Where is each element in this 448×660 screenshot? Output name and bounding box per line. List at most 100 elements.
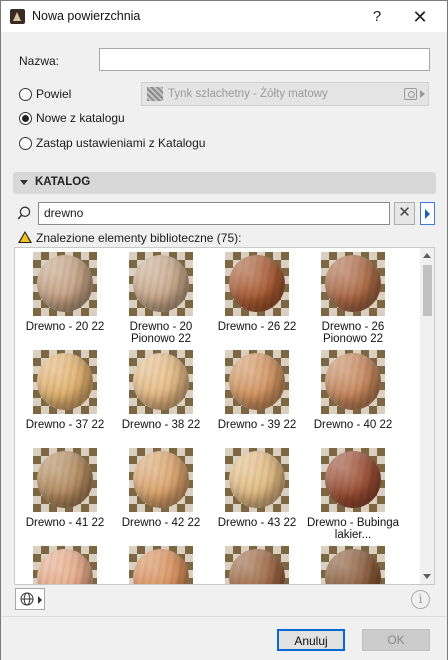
info-button[interactable]: i bbox=[411, 590, 430, 609]
material-item[interactable]: Drewno - 39 22 bbox=[209, 348, 305, 444]
material-thumbnail bbox=[225, 546, 289, 584]
chevron-right-icon bbox=[38, 596, 42, 604]
option-new-from-catalog-label: Nowe z katalogu bbox=[36, 111, 125, 125]
search-input[interactable]: drewno bbox=[38, 202, 390, 225]
material-item-label: Drewno - 38 22 bbox=[121, 419, 201, 431]
material-sphere bbox=[37, 549, 93, 584]
window-title: Nowa powierzchnia bbox=[32, 9, 141, 23]
clear-search-button[interactable]: ✕ bbox=[394, 202, 415, 225]
globe-menu-button[interactable] bbox=[15, 588, 45, 610]
material-sphere bbox=[37, 451, 93, 508]
option-replace-from-catalog-label: Zastąp ustawieniami z Katalogu bbox=[36, 136, 206, 150]
material-item[interactable]: Drewno - Bubinga lakier... bbox=[305, 446, 401, 542]
option-duplicate[interactable]: Powiel bbox=[19, 85, 71, 103]
material-thumbnail bbox=[321, 350, 385, 414]
name-input[interactable] bbox=[99, 48, 430, 71]
material-thumbnail bbox=[33, 546, 97, 584]
material-thumbnail bbox=[129, 546, 193, 584]
material-sphere bbox=[133, 353, 189, 410]
help-button[interactable]: ? bbox=[364, 6, 390, 28]
material-item[interactable]: Drewno - 41 22 bbox=[17, 446, 113, 542]
radio-duplicate[interactable] bbox=[19, 87, 32, 101]
material-select: Tynk szlachetny - Żółty matowy bbox=[141, 82, 429, 106]
material-item[interactable]: Drewno - 20 22 bbox=[17, 250, 113, 346]
material-sphere bbox=[229, 353, 285, 410]
material-item[interactable] bbox=[305, 544, 401, 584]
material-item-label: Drewno - 26 Pionowo 22 bbox=[321, 321, 385, 345]
scroll-up-icon[interactable] bbox=[423, 253, 431, 258]
material-item-label: Drewno - 20 Pionowo 22 bbox=[129, 321, 193, 345]
material-item[interactable]: Drewno - 38 22 bbox=[113, 348, 209, 444]
material-select-value: Tynk szlachetny - Żółty matowy bbox=[168, 88, 328, 100]
material-item-label: Drewno - 26 22 bbox=[217, 321, 297, 333]
material-item[interactable]: Drewno - 26 Pionowo 22 bbox=[305, 250, 401, 346]
material-sphere bbox=[37, 255, 93, 312]
name-label: Nazwa: bbox=[19, 54, 60, 68]
material-item-label: Drewno - 43 22 bbox=[217, 517, 297, 529]
radio-new-from-catalog[interactable] bbox=[19, 111, 32, 125]
scrollbar[interactable] bbox=[420, 248, 434, 584]
ok-button[interactable]: OK bbox=[362, 629, 430, 651]
material-item[interactable] bbox=[209, 544, 305, 584]
results-list: Drewno - 20 22 Drewno - 20 Pionowo 22 Drew… bbox=[14, 247, 435, 585]
app-icon bbox=[10, 9, 25, 24]
material-item[interactable]: Drewno - 20 Pionowo 22 bbox=[113, 250, 209, 346]
material-thumbnail bbox=[33, 350, 97, 414]
material-thumbnail bbox=[321, 546, 385, 584]
camera-icon bbox=[404, 88, 417, 100]
found-items-text: Znalezione elementy biblioteczne (75): bbox=[36, 231, 242, 245]
radio-replace-from-catalog[interactable] bbox=[19, 136, 32, 150]
chevron-right-icon bbox=[420, 90, 425, 98]
scroll-down-icon[interactable] bbox=[423, 574, 431, 579]
material-item-label: Drewno - 42 22 bbox=[121, 517, 201, 529]
material-sphere bbox=[229, 255, 285, 312]
material-sphere bbox=[325, 451, 381, 508]
material-item[interactable]: Drewno - 26 22 bbox=[209, 250, 305, 346]
material-item-label: Drewno - 39 22 bbox=[217, 419, 297, 431]
scrollbar-thumb[interactable] bbox=[423, 265, 432, 316]
material-sphere bbox=[325, 255, 381, 312]
material-item[interactable] bbox=[17, 544, 113, 584]
material-thumbnail bbox=[321, 252, 385, 316]
catalog-title: KATALOG bbox=[35, 176, 91, 188]
material-item[interactable]: Drewno - 37 22 bbox=[17, 348, 113, 444]
material-thumbnail bbox=[225, 350, 289, 414]
material-item[interactable]: Drewno - 43 22 bbox=[209, 446, 305, 542]
material-item-label: Drewno - 20 22 bbox=[25, 321, 105, 333]
warning-icon bbox=[18, 231, 32, 243]
material-sphere bbox=[229, 451, 285, 508]
material-sphere bbox=[133, 549, 189, 584]
material-item-label: Drewno - Bubinga lakier... bbox=[306, 517, 400, 541]
material-sphere bbox=[325, 549, 381, 584]
option-new-from-catalog[interactable]: Nowe z katalogu bbox=[19, 109, 125, 127]
material-sphere bbox=[133, 451, 189, 508]
material-item-label: Drewno - 41 22 bbox=[25, 517, 105, 529]
material-thumbnail bbox=[129, 448, 193, 512]
globe-icon bbox=[20, 592, 34, 606]
option-replace-from-catalog[interactable]: Zastąp ustawieniami z Katalogu bbox=[19, 134, 205, 152]
material-thumbnail bbox=[129, 252, 193, 316]
cancel-button[interactable]: Anuluj bbox=[277, 629, 345, 651]
material-thumbnail bbox=[321, 448, 385, 512]
material-thumbnail bbox=[225, 448, 289, 512]
material-swatch bbox=[147, 87, 163, 101]
search-go-button[interactable] bbox=[420, 202, 435, 225]
material-sphere bbox=[37, 353, 93, 410]
material-item[interactable]: Drewno - 42 22 bbox=[113, 446, 209, 542]
option-duplicate-label: Powiel bbox=[36, 87, 72, 101]
material-item[interactable] bbox=[113, 544, 209, 584]
close-button[interactable]: ✕ bbox=[397, 3, 443, 31]
material-item-label: Drewno - 37 22 bbox=[25, 419, 105, 431]
chevron-down-icon bbox=[20, 180, 28, 185]
material-thumbnail bbox=[129, 350, 193, 414]
footer: Anuluj OK bbox=[1, 616, 447, 660]
material-item[interactable]: Drewno - 40 22 bbox=[305, 348, 401, 444]
dialog-window: Nowa powierzchnia ? ✕ Nazwa: Powiel Tynk… bbox=[0, 0, 448, 660]
title-bar: Nowa powierzchnia ? ✕ bbox=[1, 1, 447, 32]
material-thumbnail bbox=[33, 252, 97, 316]
material-thumbnail bbox=[33, 448, 97, 512]
catalog-section-header[interactable]: KATALOG bbox=[13, 172, 436, 194]
material-sphere bbox=[229, 549, 285, 584]
material-item-label: Drewno - 40 22 bbox=[313, 419, 393, 431]
material-sphere bbox=[133, 255, 189, 312]
